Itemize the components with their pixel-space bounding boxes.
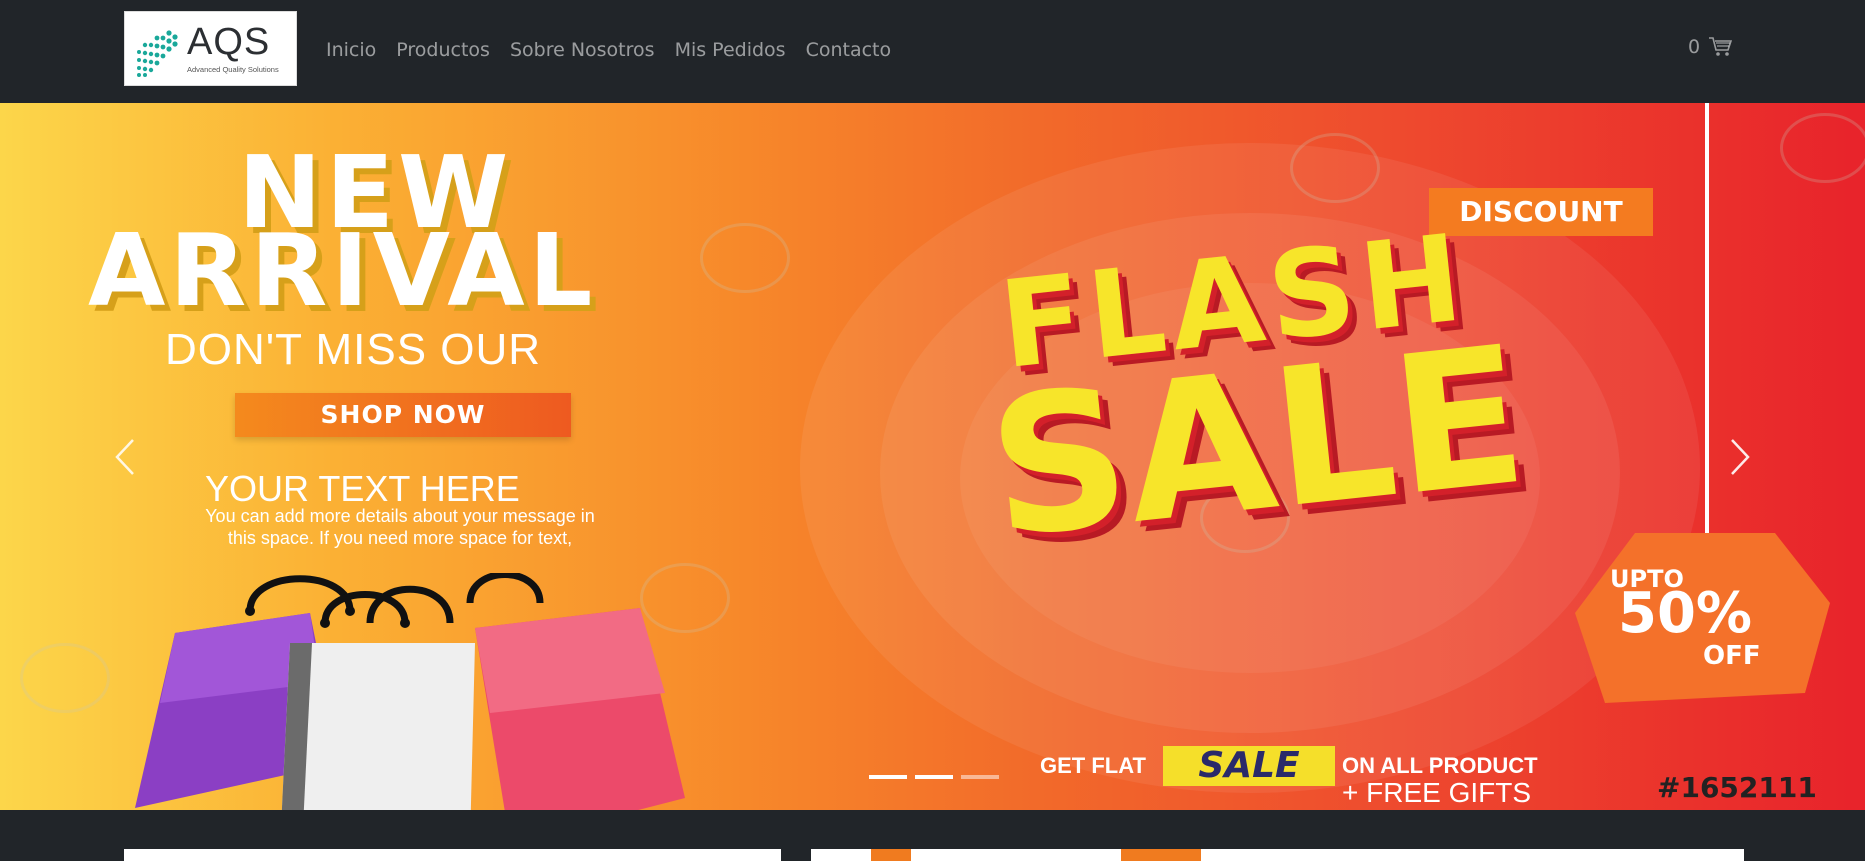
carousel-next-button[interactable]	[1680, 103, 1800, 810]
banner-sale-box: SALE	[1163, 746, 1335, 786]
brand-logo[interactable]: AQS Advanced Quality Solutions	[124, 11, 297, 86]
nav-link-sobre-nosotros[interactable]: Sobre Nosotros	[500, 36, 665, 64]
banner-details-line1: You can add more details about your mess…	[205, 506, 595, 526]
banner-dont-miss: DON'T MISS OUR	[165, 325, 542, 374]
carousel-indicator-1[interactable]	[869, 775, 907, 779]
hero-carousel: NEW ARRIVAL DON'T MISS OUR SHOP NOW YOUR…	[0, 103, 1865, 810]
card-image-stripe	[1121, 849, 1201, 861]
cart-button[interactable]: 0	[1688, 36, 1733, 58]
shopping-bags-illustration	[135, 573, 685, 810]
product-card[interactable]	[124, 849, 781, 861]
chevron-left-icon	[115, 438, 134, 475]
chevron-right-icon	[1731, 438, 1750, 475]
product-card[interactable]	[811, 849, 1744, 861]
logo-dots-icon	[137, 30, 178, 77]
navbar: AQS Advanced Quality Solutions Inicio Pr…	[0, 0, 1865, 103]
carousel-indicator-3[interactable]	[961, 775, 999, 779]
nav-link-contacto[interactable]: Contacto	[796, 36, 902, 64]
nav-menu: Inicio Productos Sobre Nosotros Mis Pedi…	[318, 36, 901, 64]
carousel-indicators	[869, 775, 999, 779]
logo-text: AQS	[187, 21, 271, 63]
banner-your-text: YOUR TEXT HERE	[205, 468, 520, 509]
carousel-indicator-2[interactable]	[915, 775, 953, 779]
nav-link-inicio[interactable]: Inicio	[318, 36, 386, 64]
banner-details-line2: this space. If you need more space for t…	[227, 528, 573, 548]
banner-sale: SALE	[979, 304, 1535, 581]
banner-shop-now: SHOP NOW	[235, 393, 571, 437]
nav-link-productos[interactable]: Productos	[386, 36, 500, 64]
banner-details: You can add more details about your mess…	[140, 505, 660, 549]
nav-link-mis-pedidos[interactable]: Mis Pedidos	[665, 36, 796, 64]
carousel-prev-button[interactable]	[65, 103, 185, 810]
logo-subtitle: Advanced Quality Solutions	[187, 65, 279, 74]
watermark-swirl	[700, 223, 790, 293]
watermark-swirl	[1290, 133, 1380, 203]
banner-discount-label: DISCOUNT	[1429, 188, 1653, 236]
cart-count: 0	[1688, 36, 1701, 58]
banner-free-gifts: + FREE GIFTS	[1342, 777, 1532, 808]
cart-icon	[1709, 37, 1733, 56]
card-image-stripe	[871, 849, 911, 861]
banner-on-all-product: ON ALL PRODUCT	[1342, 753, 1538, 778]
banner-get-flat: GET FLAT	[1040, 753, 1146, 778]
